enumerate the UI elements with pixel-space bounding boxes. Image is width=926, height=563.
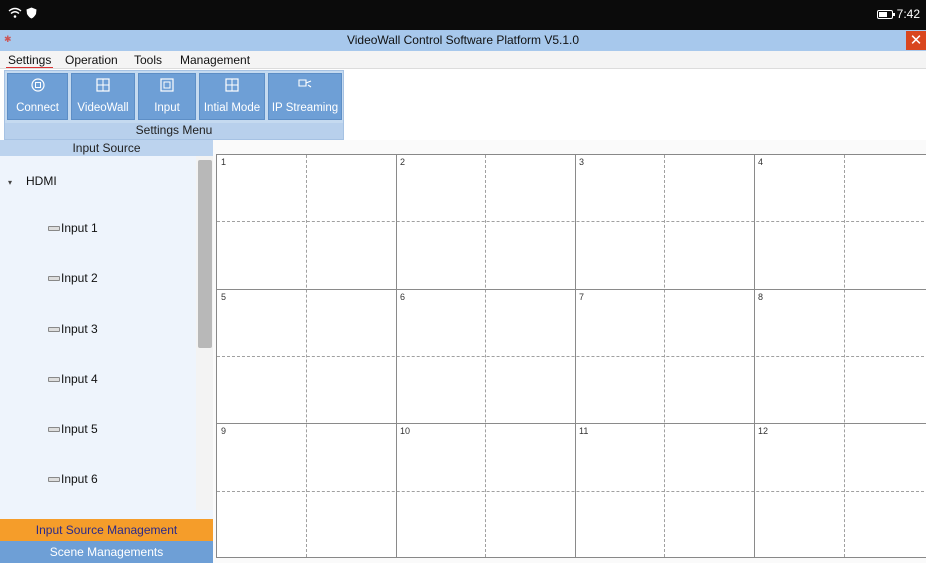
tree-group-label: HDMI — [26, 174, 57, 188]
videowall-area: 1 2 3 4 5 6 7 8 9 10 11 12 — [213, 140, 926, 563]
status-bar: 7:42 — [0, 0, 926, 30]
hdmi-port-icon — [48, 426, 60, 432]
screen-number: 12 — [758, 426, 769, 436]
grid-line — [217, 356, 926, 357]
screen-number: 3 — [579, 157, 585, 167]
input-source-panel: Input Source ▾ HDMI Input 1 Input 2 Input… — [0, 140, 213, 563]
screen-number: 10 — [400, 426, 411, 436]
screen-number: 1 — [221, 157, 227, 167]
videowall-grid[interactable]: 1 2 3 4 5 6 7 8 9 10 11 12 — [216, 154, 926, 558]
hdmi-port-icon — [48, 476, 60, 482]
tree-item-input-1[interactable]: Input 1 — [48, 221, 98, 235]
status-time: 7:42 — [896, 7, 920, 21]
hdmi-port-icon — [48, 225, 60, 231]
screen-number: 5 — [221, 292, 227, 302]
connect-label: Connect — [16, 102, 59, 114]
grid-line — [217, 289, 926, 290]
tree-item-label: Input 3 — [61, 322, 98, 336]
tree-item-input-6[interactable]: Input 6 — [48, 472, 98, 486]
hdmi-port-icon — [48, 326, 60, 332]
tree-scrollbar[interactable] — [196, 156, 213, 510]
tree-item-label: Input 4 — [61, 372, 98, 386]
tree-item-input-3[interactable]: Input 3 — [48, 322, 98, 336]
tree-item-input-4[interactable]: Input 4 — [48, 372, 98, 386]
grid-line — [217, 491, 926, 492]
tree-group-hdmi[interactable]: ▾ HDMI — [8, 174, 57, 188]
tree-item-label: Input 2 — [61, 271, 98, 285]
menu-operation[interactable]: Operation — [63, 53, 120, 67]
battery-icon — [876, 9, 895, 19]
screen-number: 9 — [221, 426, 227, 436]
videowall-icon — [96, 78, 110, 94]
grid-line — [217, 423, 926, 424]
menu-management[interactable]: Management — [178, 53, 252, 67]
screen-number: 6 — [400, 292, 406, 302]
hdmi-port-icon — [48, 275, 60, 281]
input-source-management-button[interactable]: Input Source Management — [0, 519, 213, 541]
tree-item-input-5[interactable]: Input 5 — [48, 422, 98, 436]
tree-scrollbar-thumb[interactable] — [198, 160, 212, 348]
grid-line — [217, 221, 926, 222]
input-source-header: Input Source — [0, 140, 213, 156]
tree-item-input-2[interactable]: Input 2 — [48, 271, 98, 285]
shield-icon — [26, 6, 37, 24]
tree-item-label: Input 1 — [61, 221, 98, 235]
connect-icon — [30, 78, 45, 94]
initial-mode-label: Intial Mode — [203, 102, 261, 114]
ip-streaming-label: IP Streaming — [271, 102, 339, 114]
grid-icon — [225, 78, 239, 94]
screen-number: 11 — [579, 426, 589, 436]
screen-number: 2 — [400, 157, 406, 167]
close-button[interactable]: ✕ — [906, 31, 926, 50]
scene-managements-button[interactable]: Scene Managements — [0, 541, 213, 563]
input-button[interactable]: Input — [138, 73, 196, 120]
videowall-label: VideoWall — [77, 102, 129, 114]
streaming-icon — [297, 78, 313, 94]
videowall-button[interactable]: VideoWall — [71, 73, 135, 120]
input-label: Input — [154, 102, 180, 114]
screen-number: 4 — [758, 157, 764, 167]
title-bar: ✱ VideoWall Control Software Platform V5… — [0, 30, 926, 51]
tree-item-label: Input 5 — [61, 422, 98, 436]
wifi-icon — [8, 6, 22, 24]
input-source-tree: ▾ HDMI Input 1 Input 2 Input 3 Input 4 In… — [0, 156, 196, 510]
expand-arrow-icon[interactable]: ▾ — [8, 178, 12, 187]
connect-button[interactable]: Connect — [7, 73, 68, 120]
ip-streaming-button[interactable]: IP Streaming — [268, 73, 342, 120]
menu-settings[interactable]: Settings — [6, 53, 54, 68]
settings-ribbon: Connect VideoWall Input Intial Mode IP S… — [4, 70, 344, 140]
window-title: VideoWall Control Software Platform V5.1… — [346, 33, 580, 47]
tree-item-label: Input 6 — [61, 472, 98, 486]
initial-mode-button[interactable]: Intial Mode — [199, 73, 265, 120]
screen-number: 8 — [758, 292, 764, 302]
screen-number: 7 — [579, 292, 585, 302]
menu-bar: Settings Operation Tools Management — [0, 51, 926, 69]
ribbon-group-label: Settings Menu — [5, 123, 343, 139]
hdmi-port-icon — [48, 376, 60, 382]
menu-tools[interactable]: Tools — [132, 53, 164, 67]
input-icon — [160, 78, 174, 94]
